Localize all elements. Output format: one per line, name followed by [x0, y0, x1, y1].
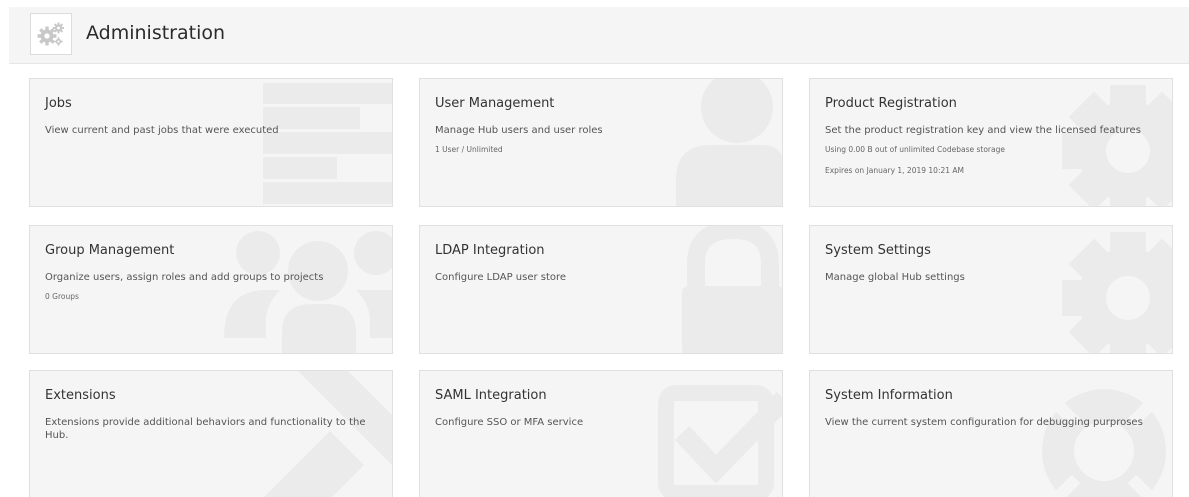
card-title: System Settings [825, 243, 931, 258]
card-title: Product Registration [825, 96, 957, 111]
user-management-card[interactable]: User Management Manage Hub users and use… [419, 78, 783, 207]
list-icon [263, 83, 392, 204]
card-description: Configure LDAP user store [435, 272, 567, 283]
product-registration-card[interactable]: Product Registration Set the product reg… [809, 78, 1173, 207]
card-description: View the current system configuration fo… [825, 417, 1143, 428]
system-information-card[interactable]: System Information View the current syst… [809, 370, 1173, 497]
page-title: Administration [86, 22, 226, 44]
card-title: Group Management [45, 243, 175, 258]
card-description: Manage Hub users and user roles [435, 125, 603, 136]
extensions-card[interactable]: Extensions Extensions provide additional… [29, 370, 393, 497]
card-description: Extensions provide additional behaviors … [45, 417, 366, 441]
card-title: System Information [825, 388, 953, 403]
card-title: LDAP Integration [435, 243, 545, 258]
user-count: 1 User / Unlimited [435, 145, 503, 154]
card-description: Organize users, assign roles and add gro… [45, 272, 324, 283]
group-management-card[interactable]: Group Management Organize users, assign … [29, 225, 393, 354]
ldap-integration-card[interactable]: LDAP Integration Configure LDAP user sto… [419, 225, 783, 354]
page-header: Administration [9, 7, 1189, 64]
card-description: View current and past jobs that were exe… [45, 125, 279, 136]
card-title: SAML Integration [435, 388, 547, 403]
group-count: 0 Groups [45, 292, 79, 301]
system-settings-card[interactable]: System Settings Manage global Hub settin… [809, 225, 1173, 354]
card-description: Configure SSO or MFA service [435, 417, 584, 428]
storage-usage: Using 0.00 B out of unlimited Codebase s… [825, 145, 1005, 154]
card-title: Extensions [45, 388, 116, 403]
jobs-card[interactable]: Jobs View current and past jobs that wer… [29, 78, 393, 207]
card-description: Manage global Hub settings [825, 272, 965, 283]
saml-integration-card[interactable]: SAML Integration Configure SSO or MFA se… [419, 370, 783, 497]
license-expiry: Expires on January 1, 2019 10:21 AM [825, 166, 964, 175]
gears-icon [37, 22, 64, 46]
header-icon-box [30, 13, 72, 55]
card-description: Set the product registration key and vie… [825, 125, 1141, 136]
card-title: User Management [435, 96, 555, 111]
card-title: Jobs [45, 96, 72, 111]
